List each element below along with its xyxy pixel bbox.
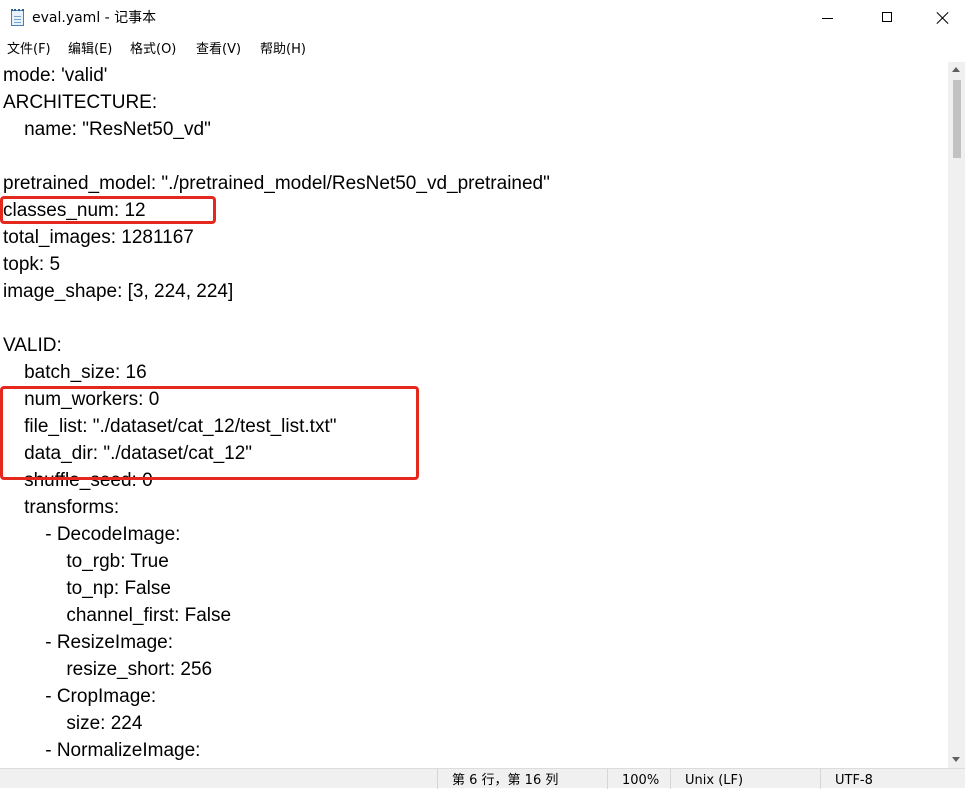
text-line: batch_size: 16 — [3, 362, 147, 383]
text-line: size: 224 — [3, 713, 143, 734]
status-bar: 第 6 行，第 16 列 100% Unix (LF) UTF-8 — [0, 768, 965, 789]
text-line: - CropImage: — [3, 686, 157, 707]
text-line: - DecodeImage: — [3, 524, 181, 545]
text-line: name: "ResNet50_vd" — [3, 119, 211, 140]
menu-view[interactable]: 查看(V) — [196, 41, 241, 58]
notepad-icon — [11, 9, 24, 26]
status-divider — [670, 769, 671, 789]
scrollbar-thumb[interactable] — [953, 80, 961, 158]
cursor-position: 第 6 行，第 16 列 — [452, 773, 559, 788]
text-line: image_shape: [3, 224, 224] — [3, 281, 234, 302]
text-line: mode: 'valid' — [3, 65, 108, 86]
window-title: eval.yaml - 记事本 — [32, 10, 157, 26]
title-bar[interactable]: eval.yaml - 记事本 — [0, 0, 965, 37]
status-divider — [820, 769, 821, 789]
close-button[interactable] — [919, 0, 965, 37]
text-line: resize_short: 256 — [3, 659, 213, 680]
text-line: topk: 5 — [3, 254, 61, 275]
status-divider — [607, 769, 608, 789]
text-line: channel_first: False — [3, 605, 232, 626]
text-line: VALID: — [3, 335, 62, 356]
scroll-down-arrow-icon[interactable] — [952, 757, 960, 762]
maximize-button[interactable] — [865, 0, 911, 37]
menu-bar: 文件(F) 编辑(E) 格式(O) 查看(V) 帮助(H) — [0, 37, 965, 62]
text-line: to_np: False — [3, 578, 171, 599]
text-line: total_images: 1281167 — [3, 227, 194, 248]
menu-help[interactable]: 帮助(H) — [260, 41, 306, 58]
highlight-box-dataset-paths — [0, 386, 419, 480]
zoom-level: 100% — [622, 773, 660, 788]
vertical-scrollbar[interactable] — [948, 62, 965, 768]
menu-format[interactable]: 格式(O) — [130, 41, 176, 58]
text-line: to_rgb: True — [3, 551, 169, 572]
text-line: transforms: — [3, 497, 120, 518]
text-line: - ResizeImage: — [3, 632, 173, 653]
minimize-icon — [822, 18, 833, 19]
highlight-box-classes-num — [0, 196, 216, 224]
minimize-button[interactable] — [805, 0, 851, 37]
menu-edit[interactable]: 编辑(E) — [68, 41, 112, 58]
maximize-icon — [882, 12, 892, 22]
text-line: - NormalizeImage: — [3, 740, 201, 761]
text-line: pretrained_model: "./pretrained_model/Re… — [3, 173, 550, 194]
status-divider — [437, 769, 438, 789]
line-ending: Unix (LF) — [685, 773, 744, 788]
scroll-up-arrow-icon[interactable] — [952, 67, 960, 72]
menu-file[interactable]: 文件(F) — [7, 41, 51, 58]
text-line: ARCHITECTURE: — [3, 92, 158, 113]
encoding: UTF-8 — [835, 773, 873, 788]
close-icon — [936, 11, 950, 25]
